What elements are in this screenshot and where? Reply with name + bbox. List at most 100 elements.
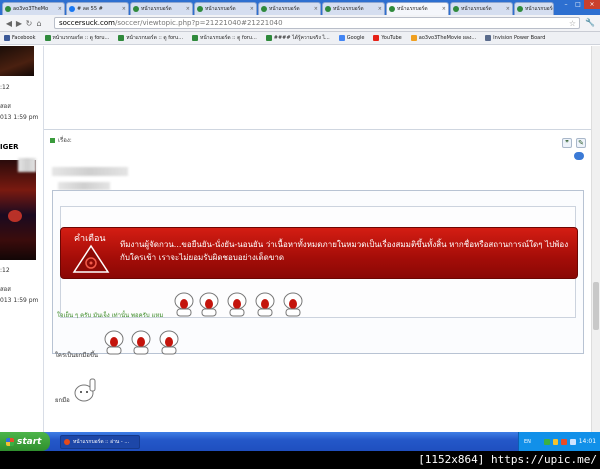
folder-icon — [410, 35, 417, 41]
tab-label: หน้าแรกบอร์ด — [141, 6, 172, 12]
url-path: /soccer/viewtopic.php?p=21221040#2122104… — [114, 19, 283, 27]
bookmark-item[interactable]: Facebook — [4, 35, 36, 41]
poster-profile-column: :12 สอส 013 1:59 pm IGER :12 สอส 013 1:5… — [0, 46, 44, 432]
start-button[interactable]: start — [0, 432, 50, 451]
bookmark-label: YouTube — [381, 35, 402, 41]
bookmark-item[interactable]: หน้าแรกบอร์ด :: ดู foru... — [44, 34, 110, 42]
windows-logo-icon — [6, 437, 14, 446]
bookmark-item[interactable]: หน้าแรกบอร์ด :: ดู foru... — [118, 34, 183, 42]
bookmark-item[interactable]: ao3vo3TheMovie ผลง... — [410, 34, 477, 42]
browser-tab[interactable]: หน้าแรกบอร์ด × — [258, 2, 321, 15]
tab-label: หน้าแรกบอร์ด — [525, 6, 554, 12]
close-window-icon[interactable]: × — [584, 0, 600, 9]
redacted-text — [18, 158, 36, 172]
favicon-icon — [265, 35, 272, 41]
tab-label: หน้าแรกบอร์ด — [397, 6, 428, 12]
bookmark-label: หน้าแรกบอร์ด :: ดู foru... — [126, 35, 184, 41]
post-text: ใครเป็นยกมือขึ้น — [55, 352, 99, 359]
close-tab-icon[interactable]: × — [122, 6, 126, 12]
facebook-icon — [4, 35, 10, 41]
minimize-icon[interactable]: – — [560, 0, 572, 9]
favicon-icon — [69, 6, 75, 12]
warning-banner: คำเตือน ทีมงานผู้จัดกวน...ขอยืนยัน-นั่งย… — [60, 227, 578, 279]
hazard-triangle-icon — [72, 244, 110, 273]
browser-tab[interactable]: # ลด 55 # × — [66, 2, 129, 15]
browser-tab[interactable]: หน้าแรกบอร์ด × — [130, 2, 193, 15]
vertical-scrollbar[interactable] — [591, 46, 600, 432]
home-icon[interactable]: ⌂ — [34, 19, 44, 28]
youtube-icon — [373, 35, 380, 41]
close-tab-icon[interactable]: × — [378, 6, 382, 12]
taskbar-chrome-button[interactable]: หน้าแรกบอร์ด :: อ่าน - ... — [60, 434, 140, 449]
antivirus-icon[interactable] — [561, 438, 568, 445]
favicon-icon — [517, 6, 523, 12]
profile-date: 013 1:59 pm — [0, 297, 39, 304]
favicon-icon — [5, 6, 11, 12]
url-bar[interactable]: soccersuck.com/soccer/viewtopic.php?p=21… — [54, 17, 580, 29]
shield-icon[interactable] — [552, 438, 559, 445]
bookmark-item[interactable]: Invision Power Board — [485, 35, 545, 41]
profile-text: :12 — [0, 267, 10, 274]
tab-label: หน้าแรกบอร์ด — [461, 6, 492, 12]
browser-tab[interactable]: หน้าแรกบอร์ด — [514, 2, 554, 15]
laughing-emoticon-icon — [255, 292, 275, 317]
scrollbar-thumb[interactable] — [593, 282, 599, 330]
browser-tab-strip: ao3vo3TheMo × # ลด 55 # × หน้าแรกบอร์ด × หน… — [0, 0, 600, 15]
profile-text: สอส — [0, 103, 11, 110]
tab-label: ao3vo3TheMo — [13, 6, 49, 12]
laughing-emoticon-icon — [159, 330, 179, 355]
favicon-icon — [197, 6, 203, 12]
avatar — [0, 160, 36, 260]
bookmark-label: หน้าแรกบอร์ด :: ดู foru... — [200, 35, 257, 41]
profile-text: :12 — [0, 84, 10, 91]
post-subject: เรื่อง: — [50, 135, 72, 145]
network-icon[interactable] — [543, 438, 550, 445]
favicon-icon — [389, 6, 395, 12]
volume-icon[interactable] — [570, 438, 576, 445]
laughing-emoticon-icon — [104, 330, 124, 355]
bookmark-item[interactable]: YouTube — [373, 35, 402, 41]
bookmark-label: ao3vo3TheMovie ผลง... — [418, 35, 477, 41]
back-arrow-icon[interactable]: ◀ — [4, 19, 14, 28]
redacted-text — [52, 167, 128, 176]
laughing-emoticon-icon — [227, 292, 247, 317]
edit-icon[interactable]: ✎ — [576, 138, 586, 148]
post-subject-label: เรื่อง: — [58, 137, 72, 144]
windows-taskbar: start หน้าแรกบอร์ด :: อ่าน - ... EN 14:0… — [0, 432, 600, 451]
favicon-icon — [485, 35, 492, 41]
clock: 14:01 — [578, 438, 597, 445]
maximize-icon[interactable]: □ — [572, 0, 584, 9]
close-tab-icon[interactable]: × — [314, 6, 318, 12]
browser-tab[interactable]: หน้าแรกบอร์ด × — [194, 2, 257, 15]
hand-raise-emoticon-icon — [74, 378, 96, 402]
wrench-icon[interactable]: 🔧 — [585, 18, 595, 27]
bookmarks-bar: Facebook หน้าแรกบอร์ด :: ดู foru... หน้า… — [0, 32, 600, 45]
forward-arrow-icon[interactable]: ▶ — [14, 19, 24, 28]
browser-tab[interactable]: ao3vo3TheMo × — [2, 2, 65, 15]
browser-tab-active[interactable]: หน้าแรกบอร์ด × — [386, 2, 449, 15]
address-toolbar: ◀ ▶ ↻ ⌂ soccersuck.com/soccer/viewtopic.… — [0, 15, 600, 32]
quote-icon[interactable]: ❞ — [562, 138, 572, 148]
bookmark-item[interactable]: หน้าแรกบอร์ด :: ดู foru... — [192, 34, 257, 42]
browser-tab[interactable]: หน้าแรกบอร์ด × — [450, 2, 513, 15]
close-tab-icon[interactable]: × — [442, 6, 446, 12]
language-indicator[interactable]: EN — [524, 439, 531, 445]
comment-icon[interactable] — [574, 152, 584, 160]
bookmark-item[interactable]: #### ได้รู้ความจริง ไ... — [265, 34, 330, 42]
avatar — [0, 46, 34, 76]
bookmark-item[interactable]: Google — [338, 35, 364, 41]
favicon-icon — [133, 6, 139, 12]
close-tab-icon[interactable]: × — [58, 6, 62, 12]
browser-tab[interactable]: หน้าแรกบอร์ด × — [322, 2, 385, 15]
close-tab-icon[interactable]: × — [186, 6, 190, 12]
profile-text: สอส — [0, 286, 11, 293]
bookmark-star-icon[interactable]: ☆ — [569, 19, 576, 28]
start-label: start — [17, 436, 42, 447]
bookmark-label: หน้าแรกบอร์ด :: ดู foru... — [52, 35, 110, 41]
close-tab-icon[interactable]: × — [506, 6, 510, 12]
poster-name[interactable]: IGER — [0, 143, 19, 151]
close-tab-icon[interactable]: × — [250, 6, 254, 12]
image-host-watermark: [1152x864] https://upic.me/ — [418, 453, 597, 466]
reload-icon[interactable]: ↻ — [24, 19, 34, 28]
laughing-emoticon-icon — [174, 292, 194, 317]
